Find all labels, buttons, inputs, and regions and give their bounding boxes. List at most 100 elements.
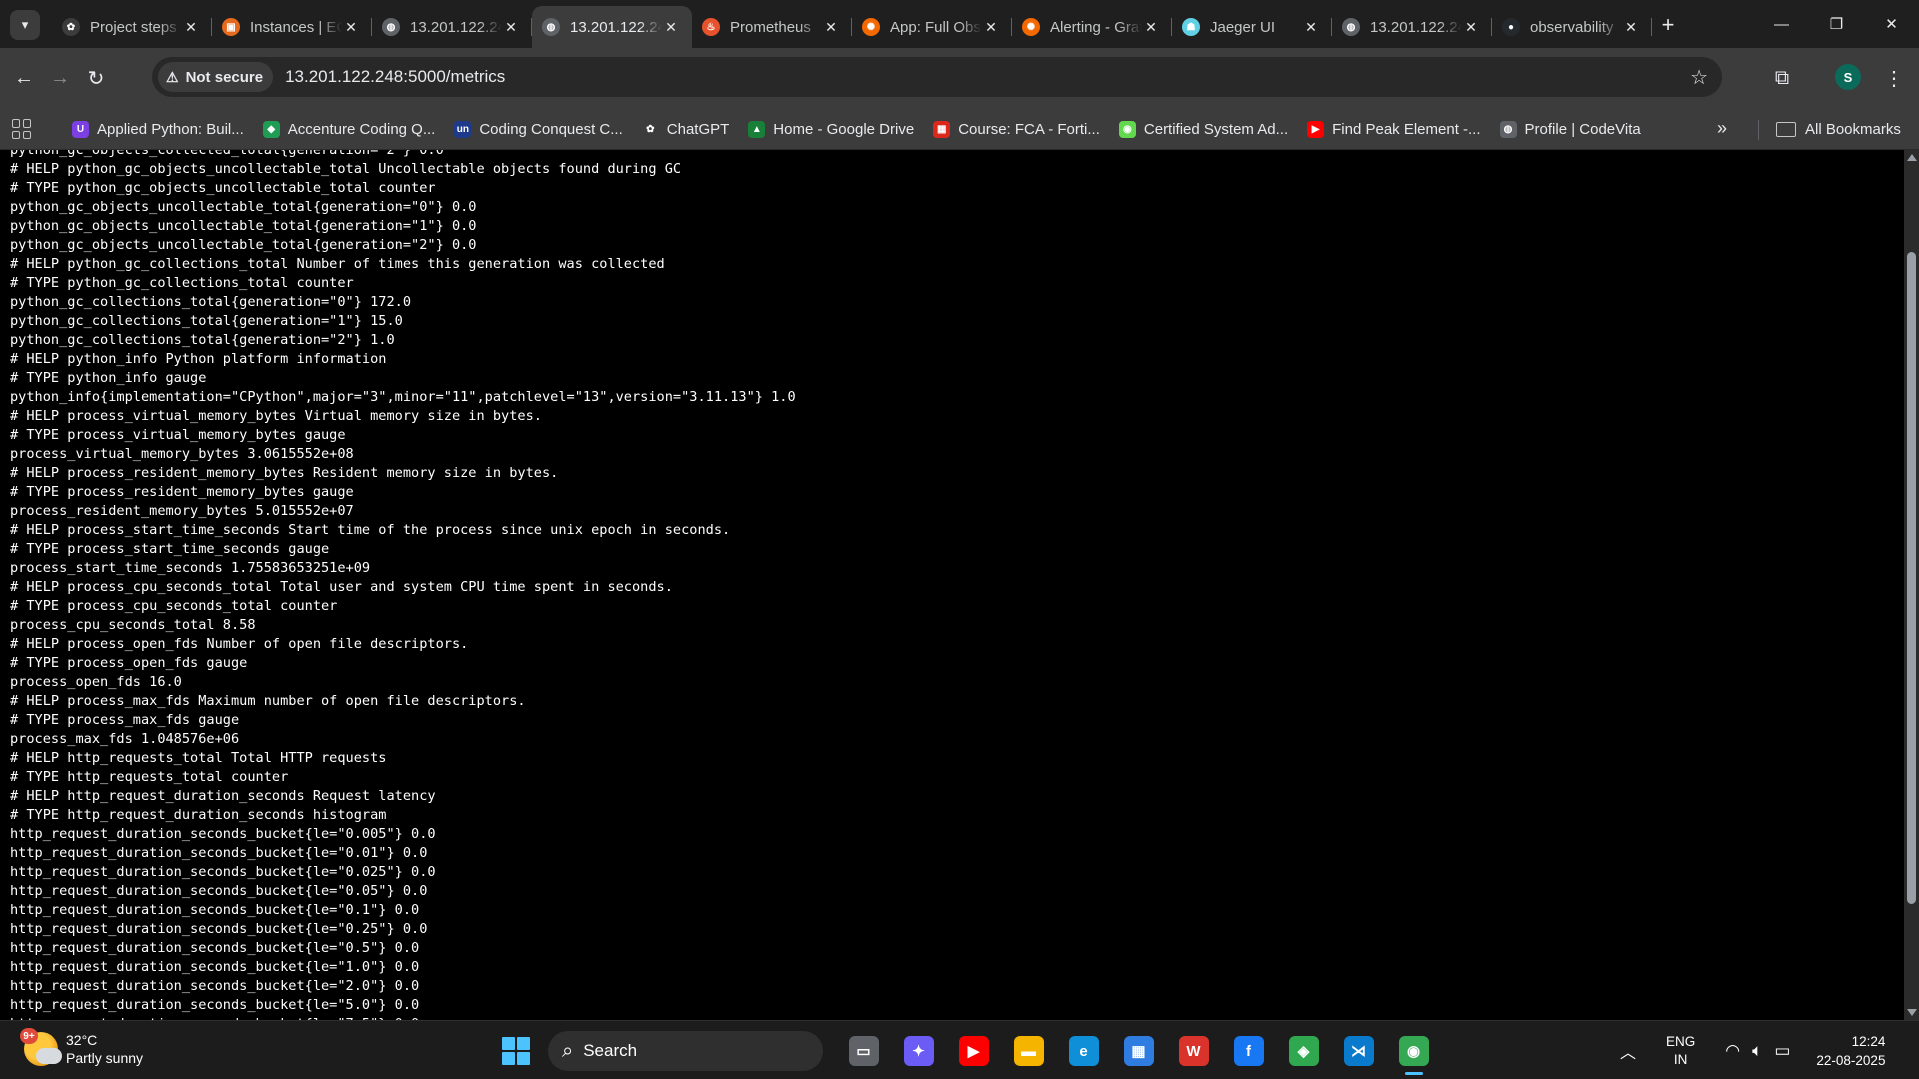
partly-sunny-icon: 9+ bbox=[20, 1028, 62, 1066]
url-text[interactable]: 13.201.122.248:5000/metrics bbox=[285, 67, 505, 87]
copilot-icon: ✦ bbox=[903, 1036, 934, 1066]
metrics-line: http_request_duration_seconds_bucket{le=… bbox=[10, 959, 420, 975]
profile-avatar[interactable]: S bbox=[1835, 64, 1861, 90]
minimize-icon[interactable]: — bbox=[1754, 0, 1809, 48]
reload-icon[interactable]: ↻ bbox=[80, 62, 112, 94]
apps-grid-icon[interactable] bbox=[12, 119, 32, 139]
globe-icon: ◍ bbox=[1342, 18, 1360, 36]
unstop-icon: un bbox=[454, 120, 472, 138]
browser-tab[interactable]: ◍ 13.201.122.248✕ bbox=[532, 6, 692, 48]
restore-icon[interactable]: ❐ bbox=[1809, 0, 1864, 48]
browser-tab[interactable]: ◍ 13.201.122.248✕ bbox=[1332, 6, 1492, 48]
vertical-scrollbar[interactable] bbox=[1904, 150, 1919, 1020]
bookmark-item[interactable]: un Coding Conquest C... bbox=[454, 120, 623, 138]
taskbar-app[interactable]: e bbox=[1056, 1029, 1111, 1073]
wps-office-icon: W bbox=[1178, 1036, 1209, 1066]
metrics-line: process_max_fds 1.048576e+06 bbox=[10, 731, 240, 747]
browser-tab[interactable]: ♨ Prometheus ✕ bbox=[692, 6, 852, 48]
input-language[interactable]: ENG IN bbox=[1666, 1033, 1695, 1069]
close-tab-icon[interactable]: ✕ bbox=[1622, 18, 1640, 36]
scroll-thumb[interactable] bbox=[1907, 252, 1916, 904]
metrics-line: # TYPE process_cpu_seconds_total counter bbox=[10, 598, 338, 614]
close-tab-icon[interactable]: ✕ bbox=[822, 18, 840, 36]
battery-icon[interactable]: ▭ bbox=[1774, 1041, 1790, 1061]
metrics-line: # TYPE python_gc_objects_uncollectable_t… bbox=[10, 180, 436, 196]
metrics-line: http_request_duration_seconds_bucket{le=… bbox=[10, 940, 420, 956]
bookmark-item[interactable]: ▲ Home - Google Drive bbox=[748, 120, 914, 138]
close-tab-icon[interactable]: ✕ bbox=[502, 18, 520, 36]
bookmark-star-icon[interactable]: ☆ bbox=[1690, 65, 1708, 90]
bookmark-item[interactable]: ▶ Find Peak Element -... bbox=[1307, 120, 1481, 138]
close-tab-icon[interactable]: ✕ bbox=[1302, 18, 1320, 36]
new-tab-button[interactable]: + bbox=[1654, 11, 1682, 39]
taskbar-app[interactable]: W bbox=[1166, 1029, 1221, 1073]
taskbar-app[interactable]: ▶ bbox=[946, 1029, 1001, 1073]
taskbar-app[interactable]: ▬ bbox=[1001, 1029, 1056, 1073]
tab-search-icon[interactable]: ▾ bbox=[10, 10, 40, 40]
bookmark-list: U Applied Python: Buil... ◆ Accenture Codin… bbox=[72, 108, 1660, 150]
windows-start-icon[interactable] bbox=[502, 1037, 530, 1065]
taskbar-app[interactable]: ▦ bbox=[1111, 1029, 1166, 1073]
prometheus-icon: ♨ bbox=[702, 18, 720, 36]
browser-tab[interactable]: ● observability ✕ bbox=[1492, 6, 1652, 48]
taskbar-search[interactable]: ⌕ Search bbox=[548, 1031, 823, 1071]
all-bookmarks-button[interactable]: All Bookmarks bbox=[1776, 108, 1901, 150]
clock[interactable]: 12:24 22-08-2025 bbox=[1816, 1032, 1885, 1070]
bookmark-item[interactable]: U Applied Python: Buil... bbox=[72, 120, 244, 138]
bookmark-item[interactable]: ◉ Certified System Ad... bbox=[1118, 120, 1289, 138]
wifi-icon[interactable]: ◠ bbox=[1725, 1041, 1740, 1061]
page-content: python_gc_objects_collected_total{genera… bbox=[0, 150, 1904, 1020]
show-hidden-icons-chevron-icon[interactable]: ︿ bbox=[1620, 1039, 1636, 1063]
close-tab-icon[interactable]: ✕ bbox=[342, 18, 360, 36]
metrics-line: http_request_duration_seconds_bucket{le=… bbox=[10, 902, 420, 918]
taskbar-app[interactable]: ◉ bbox=[1386, 1029, 1441, 1075]
metrics-line: http_request_duration_seconds_bucket{le=… bbox=[10, 845, 428, 861]
close-window-icon[interactable]: ✕ bbox=[1864, 0, 1919, 48]
bookmark-item[interactable]: ◆ Accenture Coding Q... bbox=[262, 120, 435, 138]
bookmark-item[interactable]: ▦ Course: FCA - Forti... bbox=[933, 120, 1100, 138]
forward-arrow-icon[interactable]: → bbox=[44, 62, 76, 94]
tab-title: 13.201.122.248 bbox=[570, 18, 662, 36]
taskbar-app[interactable]: ⋊ bbox=[1331, 1029, 1386, 1073]
metrics-line: python_gc_objects_collected_total{genera… bbox=[10, 150, 444, 158]
address-bar[interactable]: ⚠ Not secure 13.201.122.248:5000/metrics… bbox=[152, 57, 1722, 97]
more-bookmarks-chevron-icon[interactable]: » bbox=[1717, 118, 1727, 139]
close-tab-icon[interactable]: ✕ bbox=[182, 18, 200, 36]
bookmark-item[interactable]: ◍ Profile | CodeVita bbox=[1499, 120, 1641, 138]
close-tab-icon[interactable]: ✕ bbox=[662, 18, 680, 36]
window-controls: — ❐ ✕ bbox=[1754, 0, 1919, 48]
scroll-down-arrow-icon[interactable] bbox=[1907, 1009, 1917, 1016]
security-chip[interactable]: ⚠ Not secure bbox=[158, 62, 274, 92]
back-arrow-icon[interactable]: ← bbox=[8, 62, 40, 94]
volume-icon[interactable]: 🔈︎ bbox=[1752, 1041, 1762, 1061]
browser-tab[interactable]: ✺ Alerting - Grafana✕ bbox=[1012, 6, 1172, 48]
taskbar-app[interactable]: ✦ bbox=[891, 1029, 946, 1073]
tab-title: 13.201.122.248 bbox=[1370, 18, 1462, 36]
metrics-line: # HELP process_cpu_seconds_total Total u… bbox=[10, 579, 673, 595]
taskbar-app[interactable]: f bbox=[1221, 1029, 1276, 1073]
browser-tab[interactable]: ▣ Instances | EC2✕ bbox=[212, 6, 372, 48]
close-tab-icon[interactable]: ✕ bbox=[1462, 18, 1480, 36]
notification-badge: 9+ bbox=[20, 1028, 38, 1044]
google-drive-icon: ▲ bbox=[748, 120, 766, 138]
metrics-line: http_request_duration_seconds_bucket{le=… bbox=[10, 864, 436, 880]
extensions-puzzle-icon[interactable]: ⧉ bbox=[1766, 62, 1798, 94]
grafana-icon: ✺ bbox=[1022, 18, 1040, 36]
taskbar-app[interactable]: ▭ bbox=[836, 1029, 891, 1073]
browser-tab[interactable]: ☗ Jaeger UI ✕ bbox=[1172, 6, 1332, 48]
bookmark-label: Certified System Ad... bbox=[1143, 120, 1289, 138]
browser-tab[interactable]: ◍ 13.201.122.248✕ bbox=[372, 6, 532, 48]
weather-widget[interactable]: 9+ 32°C Partly sunny bbox=[20, 1028, 143, 1067]
kebab-menu-icon[interactable]: ⋮ bbox=[1878, 62, 1910, 94]
scroll-up-arrow-icon[interactable] bbox=[1907, 154, 1917, 161]
browser-tab[interactable]: ✺ App: Full Observability✕ bbox=[852, 6, 1012, 48]
tab-title: 13.201.122.248 bbox=[410, 18, 502, 36]
taskbar-app[interactable]: ◈ bbox=[1276, 1029, 1331, 1073]
metrics-line: # TYPE process_open_fds gauge bbox=[10, 655, 248, 671]
close-tab-icon[interactable]: ✕ bbox=[982, 18, 1000, 36]
metrics-line: python_gc_collections_total{generation="… bbox=[10, 332, 395, 348]
security-label: Not secure bbox=[185, 68, 264, 86]
browser-tab[interactable]: ✿ Project steps ✕ bbox=[52, 6, 212, 48]
bookmark-item[interactable]: ✿ ChatGPT bbox=[641, 120, 729, 138]
close-tab-icon[interactable]: ✕ bbox=[1142, 18, 1160, 36]
